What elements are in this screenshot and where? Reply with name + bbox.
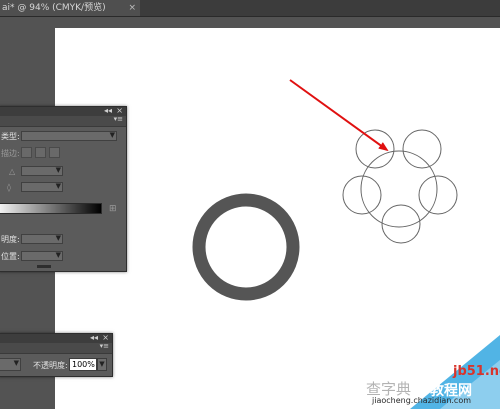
panel-tab-header: ▾≡ — [0, 115, 126, 127]
chevron-down-icon[interactable]: ▼ — [97, 358, 107, 371]
circle-flower[interactable] — [342, 129, 458, 244]
resize-handle[interactable] — [37, 265, 51, 268]
gradient-panel: ◂◂ × ▾≡ 类型: ▼ 描边: △ ▼ ◊ ▼ ⊞ 明度: ▼ 位置: ▼ — [0, 106, 127, 272]
stroke-gradient-button-1[interactable] — [21, 147, 32, 158]
location-label: 位置: — [1, 252, 20, 261]
petal-circle — [402, 129, 442, 169]
opacity-field[interactable]: 100% — [69, 358, 97, 371]
petal-circle — [418, 175, 458, 215]
blend-mode-dropdown[interactable]: ▼ — [0, 358, 21, 371]
chevron-down-icon: ▼ — [55, 182, 61, 190]
angle-icon: △ — [9, 167, 16, 176]
trash-icon[interactable]: ⊞ — [109, 204, 117, 214]
angle-dropdown[interactable]: ▼ — [21, 166, 63, 176]
chevron-down-icon: ▼ — [55, 234, 61, 242]
location-dropdown[interactable]: ▼ — [21, 251, 63, 261]
petal-circle — [355, 129, 395, 169]
type-label: 类型: — [1, 132, 20, 141]
gradient-slider[interactable] — [0, 203, 102, 214]
donut-ring[interactable] — [192, 193, 300, 301]
stroke-gradient-button-2[interactable] — [35, 147, 46, 158]
opacity-label: 不透明度: — [33, 361, 68, 370]
stroke-gradient-button-3[interactable] — [49, 147, 60, 158]
red-arrow — [289, 79, 389, 152]
panel-menu-icon[interactable]: ▾≡ — [114, 115, 123, 123]
chevron-down-icon: ▼ — [55, 166, 61, 174]
chevron-down-icon: ▼ — [109, 131, 115, 139]
aspect-ratio-dropdown[interactable]: ▼ — [21, 182, 63, 192]
type-dropdown[interactable]: ▼ — [21, 131, 117, 141]
watermark-url: jiaocheng.chazidian.com — [372, 396, 472, 405]
transparency-panel: ◂◂ × ▾≡ ▼ 不透明度: 100% ▼ — [0, 333, 113, 377]
opacity-dropdown[interactable]: ▼ — [21, 234, 63, 244]
panel-tab-header: ▾≡ — [0, 342, 112, 354]
panel-title-bar: ◂◂ × — [0, 106, 126, 116]
chevron-down-icon: ▼ — [55, 251, 61, 259]
watermark-site: jb51.net — [453, 364, 500, 379]
panel-menu-icon[interactable]: ▾≡ — [100, 342, 109, 350]
center-circle — [360, 150, 438, 228]
chevron-down-icon: ▼ — [13, 359, 19, 367]
panel-title-bar: ◂◂ × — [0, 333, 112, 343]
aspect-ratio-icon: ◊ — [7, 183, 11, 192]
stroke-label: 描边: — [1, 149, 20, 158]
opacity-label: 明度: — [1, 235, 20, 244]
